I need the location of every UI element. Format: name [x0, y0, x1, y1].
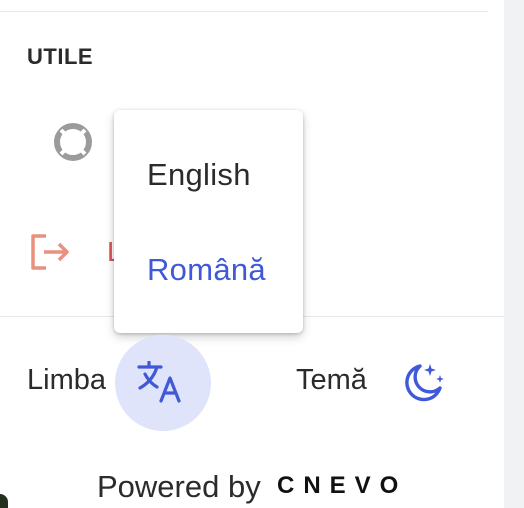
scroll-gutter	[504, 0, 524, 508]
logout-icon[interactable]	[28, 233, 72, 271]
language-option-english[interactable]: English	[147, 157, 251, 193]
moon-stars-icon[interactable]	[400, 360, 446, 406]
language-menu	[114, 110, 303, 333]
theme-label: Temă	[296, 364, 367, 396]
language-option-romana[interactable]: Română	[147, 252, 266, 288]
section-heading: UTILE	[27, 44, 94, 69]
powered-by-text: Powered by	[97, 469, 261, 504]
translate-icon[interactable]	[137, 361, 185, 403]
brand-logo[interactable]: CNEVO	[277, 472, 407, 500]
divider	[0, 11, 488, 12]
language-label: Limba	[27, 364, 106, 396]
lifebuoy-icon[interactable]	[53, 122, 93, 162]
